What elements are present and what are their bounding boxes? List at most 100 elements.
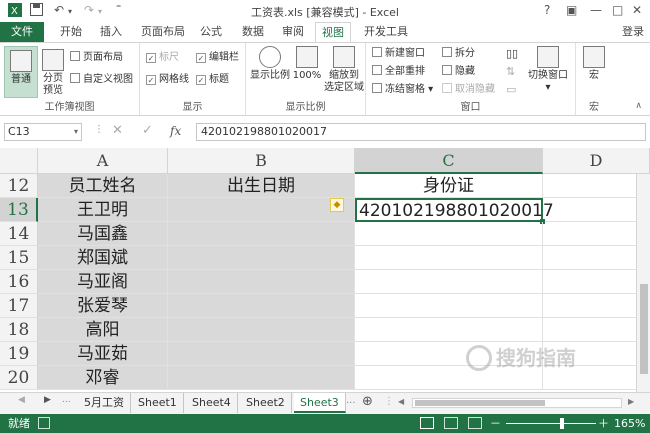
row-header-15[interactable]: 15 — [0, 246, 38, 270]
headings-checkbox[interactable]: ✓ 标题 — [196, 73, 229, 86]
tab-home[interactable]: 开始 — [60, 22, 82, 42]
cell-a12[interactable]: 员工姓名 — [38, 174, 168, 198]
cancel-entry-icon[interactable]: ✕ — [112, 123, 123, 138]
cell-d16[interactable] — [543, 270, 650, 294]
vertical-scrollbar-thumb[interactable] — [640, 284, 648, 374]
cell-d15[interactable] — [543, 246, 650, 270]
page-layout-status-icon[interactable] — [444, 417, 458, 429]
insert-function-icon[interactable]: fx — [170, 124, 181, 138]
zoom-level[interactable]: 165% — [614, 414, 645, 433]
tab-file[interactable]: 文件 — [0, 22, 44, 42]
column-header-d[interactable]: D — [543, 148, 650, 174]
gridlines-checkbox[interactable]: ✓ 网格线 — [146, 73, 189, 86]
cell-b15[interactable] — [168, 246, 355, 270]
row-header-19[interactable]: 19 — [0, 342, 38, 366]
cell-d17[interactable] — [543, 294, 650, 318]
cell-b17[interactable] — [168, 294, 355, 318]
tab-data[interactable]: 数据 — [242, 22, 264, 42]
page-break-preview-button[interactable]: 分页 预览 — [40, 46, 66, 98]
macro-record-icon[interactable] — [38, 417, 50, 429]
sheet-tab-splitter-icon[interactable]: ⋮ — [384, 396, 394, 407]
horizontal-scrollbar[interactable] — [412, 398, 622, 408]
sheet-ellipsis-right[interactable]: ... — [346, 395, 356, 406]
confirm-entry-icon[interactable]: ✓ — [142, 123, 153, 138]
scroll-sheets-right-icon[interactable]: ▶ — [44, 395, 51, 405]
horizontal-scrollbar-thumb[interactable] — [415, 400, 545, 406]
ribbon-display-options-button[interactable]: ▣ — [566, 3, 577, 17]
sheet-tab-may-salary[interactable]: 5月工资 — [78, 393, 131, 413]
tab-insert[interactable]: 插入 — [100, 22, 122, 42]
row-header-12[interactable]: 12 — [0, 174, 38, 198]
arrange-all-button[interactable]: 全部重排 — [372, 65, 425, 78]
vertical-scrollbar[interactable] — [636, 174, 650, 392]
tab-developer[interactable]: 开发工具 — [364, 22, 408, 42]
cell-b13[interactable] — [168, 198, 355, 222]
cell-c12[interactable]: 身份证 — [355, 174, 543, 198]
sign-in-link[interactable]: 登录 — [622, 22, 644, 42]
cell-a19[interactable]: 马亚茹 — [38, 342, 168, 366]
row-header-20[interactable]: 20 — [0, 366, 38, 390]
column-header-a[interactable]: A — [38, 148, 168, 174]
scroll-sheets-left-icon[interactable]: ◀ — [18, 395, 25, 405]
namebox-dropdown-icon[interactable]: ▾ — [74, 124, 78, 140]
row-header-13[interactable]: 13 — [0, 198, 38, 222]
switch-windows-button[interactable]: 切换窗口 ▾ — [524, 46, 572, 94]
cell-a17[interactable]: 张爱琴 — [38, 294, 168, 318]
cell-a16[interactable]: 马亚阁 — [38, 270, 168, 294]
cell-d13[interactable] — [543, 198, 650, 222]
sheet-ellipsis-left[interactable]: ... — [62, 395, 71, 405]
cell-a14[interactable]: 马国鑫 — [38, 222, 168, 246]
hide-button[interactable]: 隐藏 — [442, 65, 475, 78]
zoom-slider[interactable] — [506, 418, 596, 429]
page-layout-view-button[interactable]: 页面布局 — [70, 51, 123, 64]
row-header-16[interactable]: 16 — [0, 270, 38, 294]
formula-input[interactable]: 420102198801020017 — [196, 123, 646, 141]
freeze-panes-button[interactable]: 冻结窗格 ▾ — [372, 83, 433, 96]
zoom-in-button[interactable]: ＋ — [598, 414, 609, 433]
cell-c14[interactable] — [355, 222, 543, 246]
cell-a18[interactable]: 高阳 — [38, 318, 168, 342]
cell-b18[interactable] — [168, 318, 355, 342]
zoom-to-selection-button[interactable]: 缩放到 选定区域 — [324, 46, 364, 94]
scroll-left-icon[interactable]: ◀ — [398, 397, 404, 406]
collapse-ribbon-icon[interactable]: ∧ — [635, 101, 642, 111]
zoom-100-button[interactable]: 100% — [292, 46, 322, 82]
cell-a13[interactable]: 王卫明 — [38, 198, 168, 222]
name-box[interactable]: C13 ▾ — [4, 123, 82, 141]
cell-c17[interactable] — [355, 294, 543, 318]
minimize-button[interactable]: — — [590, 3, 602, 17]
cell-b19[interactable] — [168, 342, 355, 366]
row-header-14[interactable]: 14 — [0, 222, 38, 246]
sheet-tab-sheet2[interactable]: Sheet2 — [240, 393, 292, 413]
tab-view[interactable]: 视图 — [315, 22, 351, 42]
page-break-status-icon[interactable] — [468, 417, 482, 429]
worksheet-grid[interactable]: A B C D 12 员工姓名 出生日期 身份证 13 王卫明 42010219… — [0, 148, 650, 392]
cell-b14[interactable] — [168, 222, 355, 246]
column-header-b[interactable]: B — [168, 148, 355, 174]
sheet-tab-sheet3[interactable]: Sheet3 — [294, 393, 346, 413]
zoom-button[interactable]: 显示比例 — [250, 46, 290, 82]
cell-a20[interactable]: 邓睿 — [38, 366, 168, 390]
restore-button[interactable]: □ — [612, 3, 623, 17]
tab-page-layout[interactable]: 页面布局 — [141, 22, 185, 42]
error-warning-icon[interactable]: ◆ — [330, 198, 344, 212]
cell-c15[interactable] — [355, 246, 543, 270]
tab-review[interactable]: 审阅 — [282, 22, 304, 42]
synchronous-scroll-icon[interactable]: ⇅ — [506, 65, 515, 78]
macros-button[interactable]: 宏 — [580, 46, 608, 82]
normal-view-status-icon[interactable] — [420, 417, 434, 429]
column-header-c[interactable]: C — [355, 148, 543, 174]
scroll-right-icon[interactable]: ▶ — [628, 397, 634, 406]
formula-bar-checkbox[interactable]: ✓ 编辑栏 — [196, 51, 239, 64]
custom-views-button[interactable]: 自定义视图 — [70, 73, 133, 86]
reset-window-position-icon[interactable]: ▭ — [506, 83, 516, 96]
view-side-by-side-icon[interactable]: ▯▯ — [506, 47, 518, 60]
unhide-button[interactable]: 取消隐藏 — [442, 83, 495, 96]
split-button[interactable]: 拆分 — [442, 47, 475, 60]
cell-b16[interactable] — [168, 270, 355, 294]
help-button[interactable]: ? — [544, 3, 550, 17]
select-all-corner[interactable] — [0, 148, 38, 174]
ruler-checkbox[interactable]: ✓ 标尺 — [146, 51, 179, 64]
new-sheet-button[interactable]: ⊕ — [362, 394, 373, 409]
sheet-tab-sheet1[interactable]: Sheet1 — [132, 393, 184, 413]
